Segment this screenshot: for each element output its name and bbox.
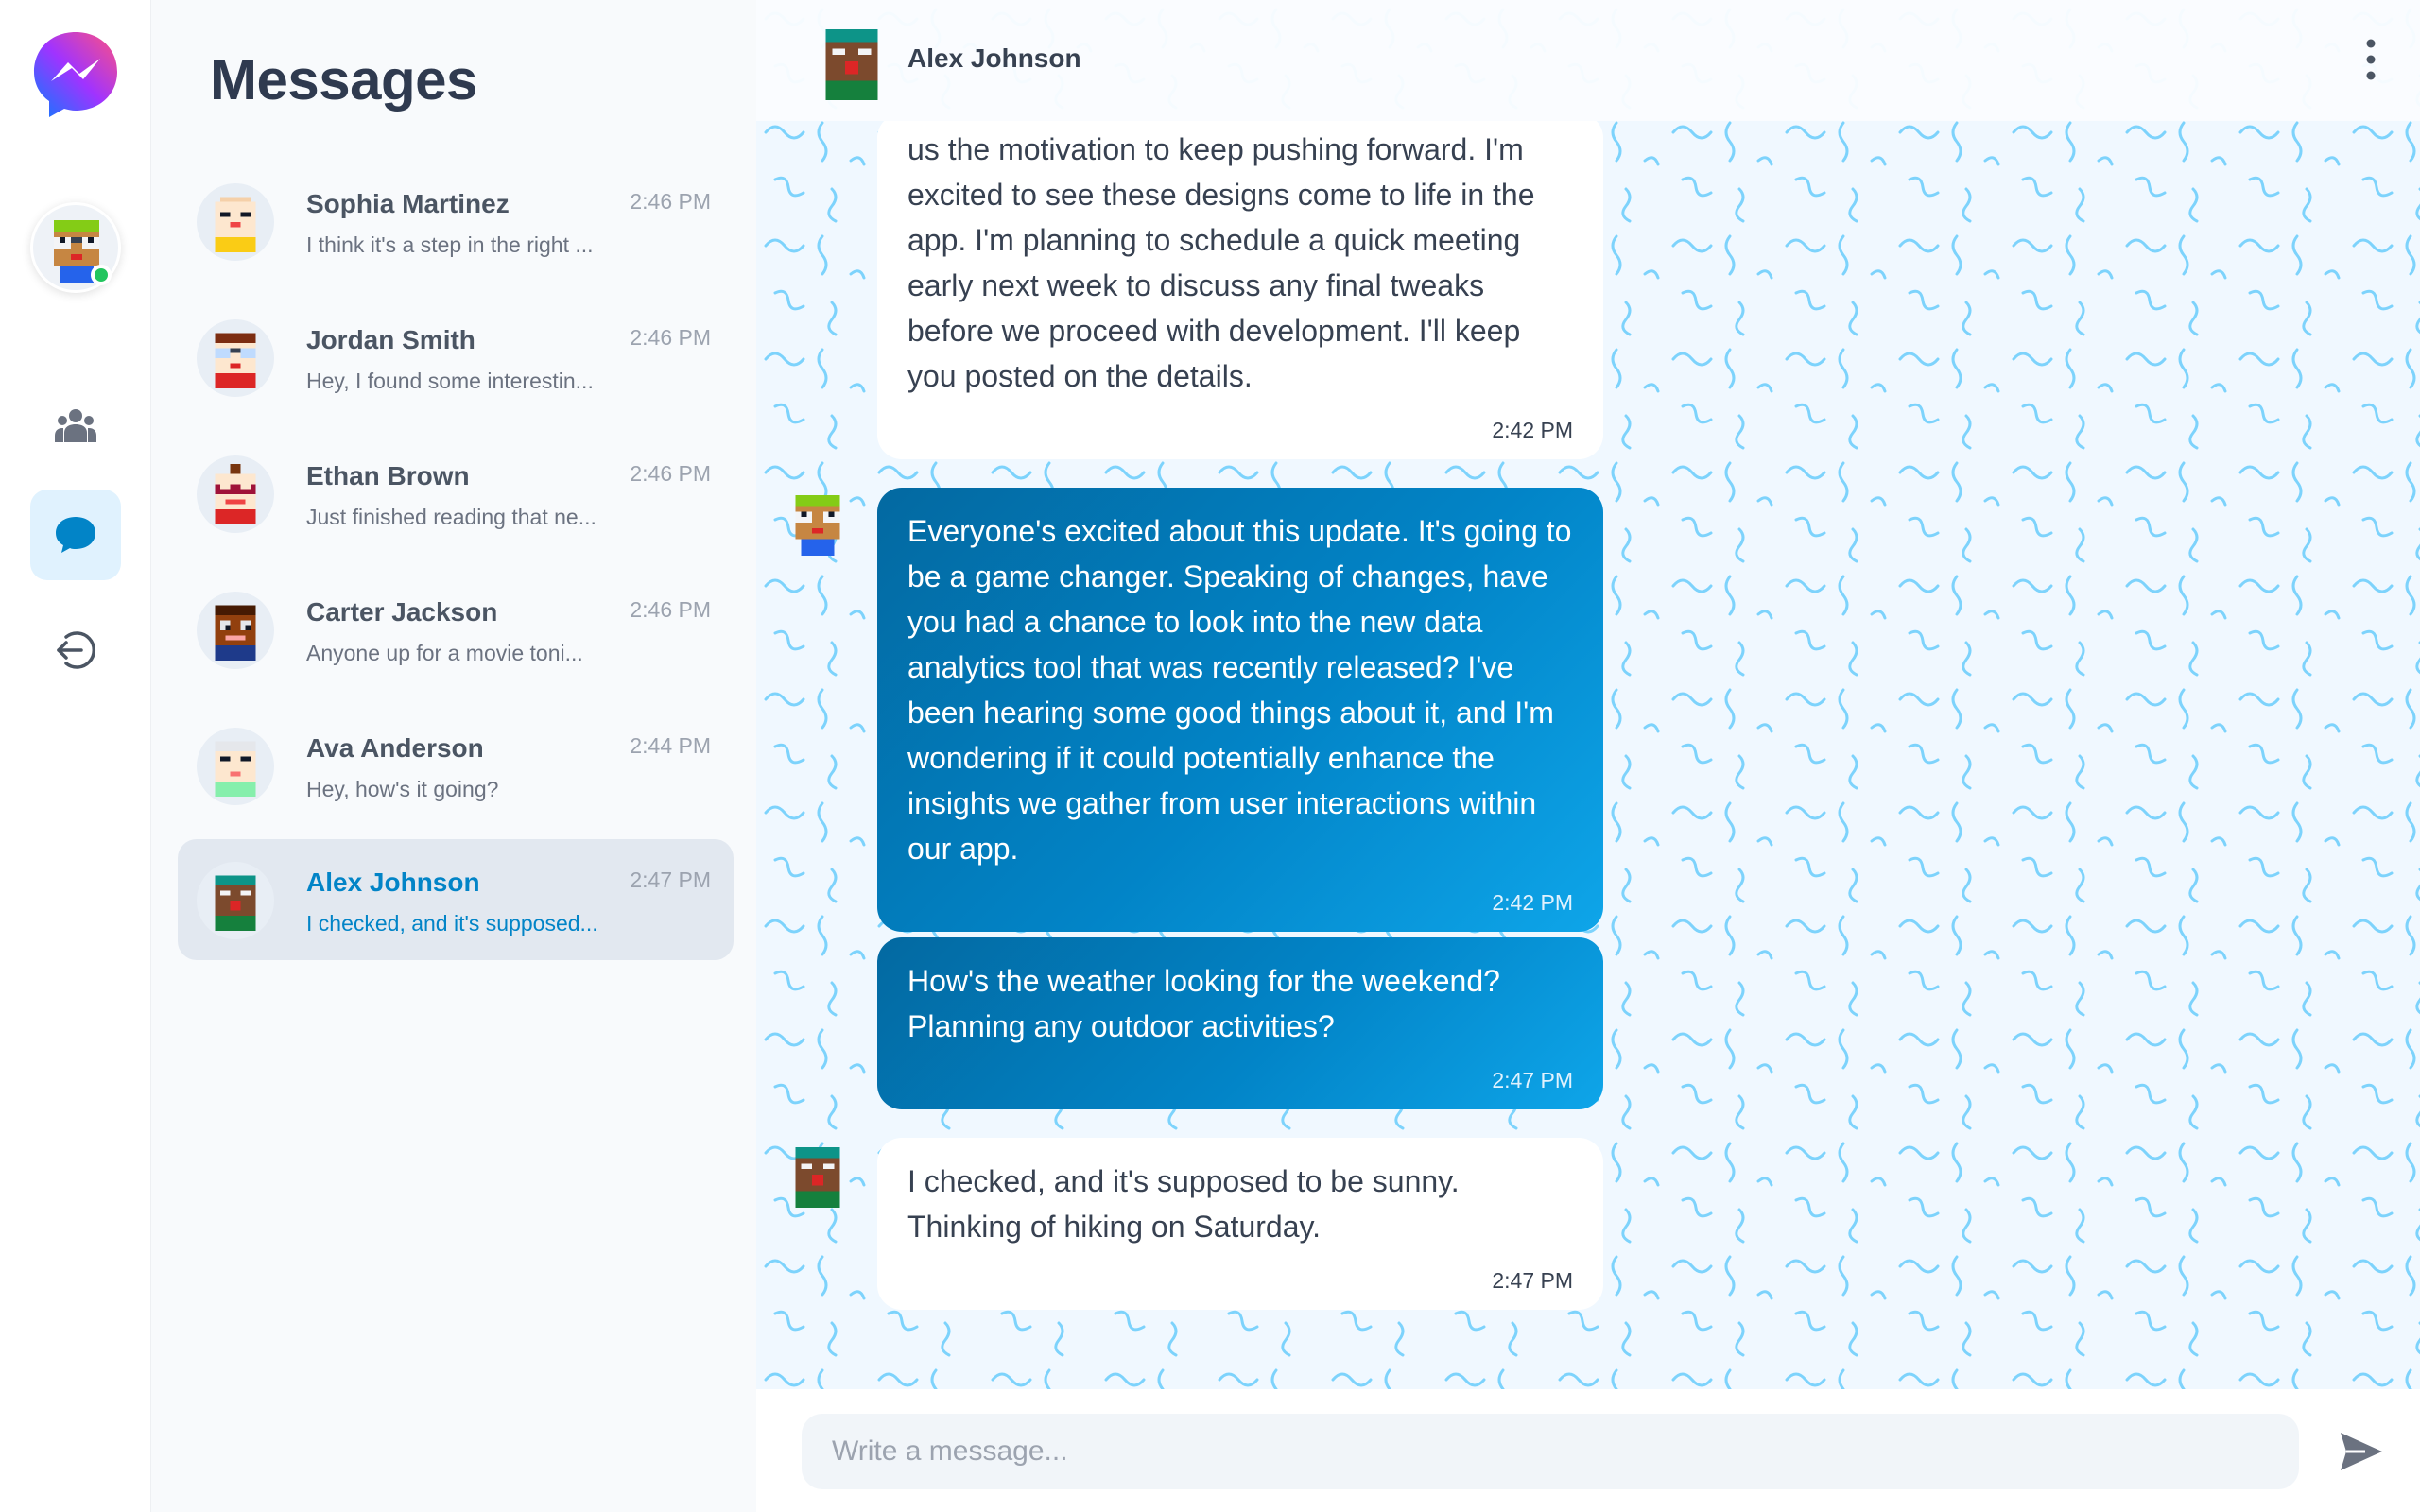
conversation-time: 2:46 PM: [630, 325, 711, 350]
message-outgoing: How's the weather looking for the weeken…: [877, 937, 1603, 1109]
conversation-item-sophia-martinez[interactable]: Sophia Martinez 2:46 PM I think it's a s…: [178, 161, 734, 282]
conversation-time: 2:46 PM: [630, 189, 711, 214]
messenger-logo-icon[interactable]: [28, 26, 123, 121]
message-text: How's the weather looking for the weeken…: [908, 964, 1500, 1043]
message-input[interactable]: [802, 1414, 2299, 1489]
conversation-item-alex-johnson[interactable]: Alex Johnson 2:47 PM I checked, and it's…: [178, 839, 734, 960]
message-text: Everyone's excited about this update. It…: [908, 514, 1572, 866]
message-time: 2:47 PM: [1492, 1268, 1573, 1293]
send-icon[interactable]: [2337, 1427, 2386, 1476]
message-incoming: us the motivation to keep pushing forwar…: [877, 113, 1603, 459]
chat-area: us the motivation to keep pushing forwar…: [756, 0, 2420, 1512]
avatar: [197, 728, 274, 805]
message-time: 2:42 PM: [1492, 418, 1573, 442]
chat-header: Alex Johnson: [756, 0, 2420, 121]
message-outgoing: Everyone's excited about this update. It…: [877, 488, 1603, 932]
conversation-list-panel: Messages Sophia Martinez 2:46 PM I think…: [151, 0, 756, 1512]
message-text: us the motivation to keep pushing forwar…: [908, 132, 1535, 393]
avatar: [197, 592, 274, 669]
people-icon[interactable]: [30, 380, 121, 471]
avatar: [795, 494, 840, 556]
message-time: 2:42 PM: [1492, 890, 1573, 915]
left-rail: [0, 0, 151, 1512]
message-text: I checked, and it's supposed to be sunny…: [908, 1164, 1460, 1244]
more-options-icon[interactable]: [2360, 36, 2382, 83]
message-composer: [756, 1389, 2420, 1512]
avatar[interactable]: [813, 23, 890, 100]
conversation-item-ethan-brown[interactable]: Ethan Brown 2:46 PM Just finished readin…: [178, 433, 734, 554]
conversation-preview: Hey, how's it going?: [306, 777, 499, 801]
conversation-name: Jordan Smith: [306, 325, 475, 354]
conversation-time: 2:47 PM: [630, 868, 711, 892]
conversation-item-carter-jackson[interactable]: Carter Jackson 2:46 PM Anyone up for a m…: [178, 569, 734, 690]
conversation-preview: Hey, I found some interestin...: [306, 369, 594, 393]
chat-bubble-icon[interactable]: [30, 490, 121, 580]
conversation-preview: Anyone up for a movie toni...: [306, 641, 583, 665]
logout-icon[interactable]: [30, 605, 121, 696]
avatar: [795, 1146, 840, 1208]
conversation-name: Sophia Martinez: [306, 189, 510, 218]
conversation-preview: Just finished reading that ne...: [306, 505, 596, 529]
conversation-time: 2:44 PM: [630, 733, 711, 758]
avatar: [197, 455, 274, 533]
chat-contact-name: Alex Johnson: [908, 43, 1081, 73]
message-time: 2:47 PM: [1492, 1068, 1573, 1092]
avatar: [197, 862, 274, 939]
online-status-dot: [91, 265, 112, 285]
avatar: [197, 183, 274, 261]
message-incoming: I checked, and it's supposed to be sunny…: [877, 1138, 1603, 1310]
conversation-name: Ethan Brown: [306, 461, 470, 490]
conversation-item-ava-anderson[interactable]: Ava Anderson 2:44 PM Hey, how's it going…: [178, 705, 734, 826]
page-title: Messages: [210, 48, 477, 112]
conversation-preview: I think it's a step in the right ...: [306, 232, 594, 257]
avatar: [197, 319, 274, 397]
conversation-name: Ava Anderson: [306, 733, 484, 763]
conversation-name: Alex Johnson: [306, 868, 480, 897]
conversation-time: 2:46 PM: [630, 461, 711, 486]
conversation-time: 2:46 PM: [630, 597, 711, 622]
conversation-item-jordan-smith[interactable]: Jordan Smith 2:46 PM Hey, I found some i…: [178, 297, 734, 418]
conversation-name: Carter Jackson: [306, 597, 498, 627]
conversation-preview: I checked, and it's supposed...: [306, 911, 598, 936]
